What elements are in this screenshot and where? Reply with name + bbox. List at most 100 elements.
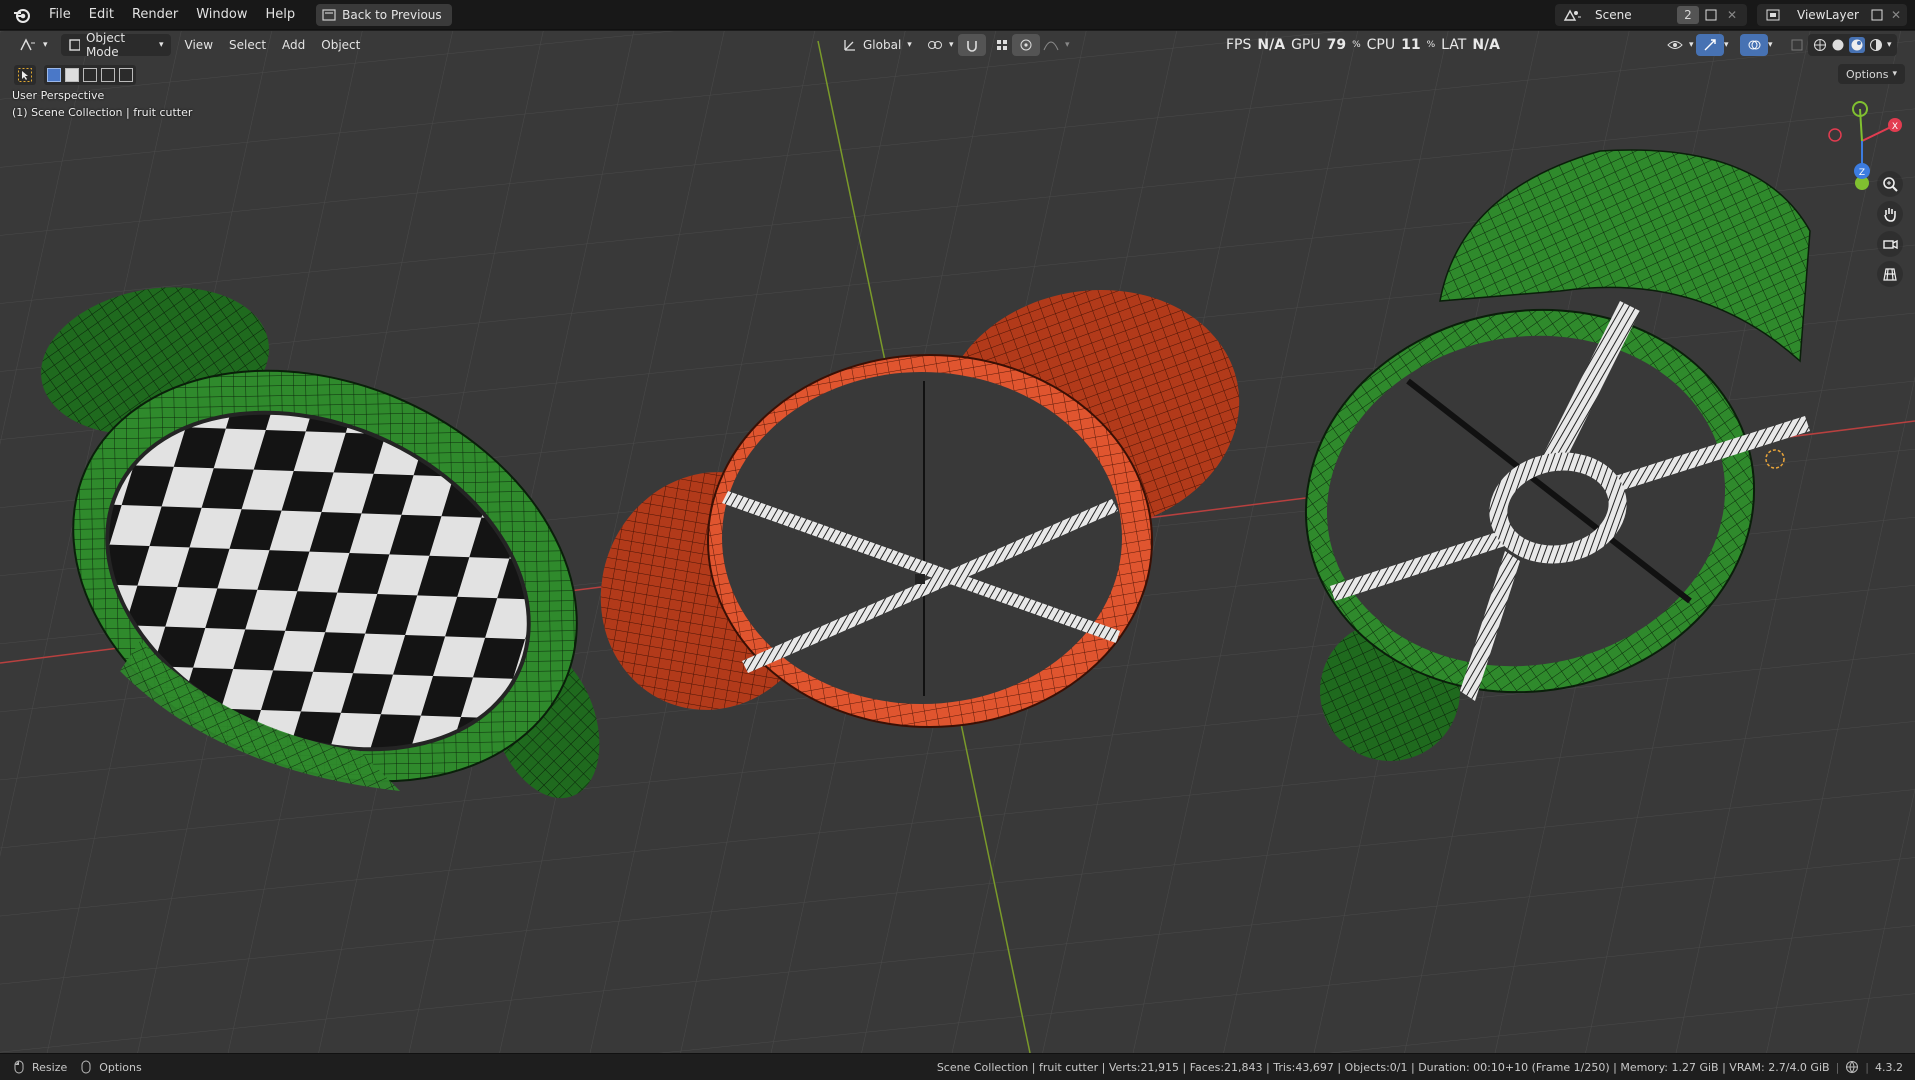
resize-hint: Resize [32,1060,68,1074]
mode-label: Object Mode [85,31,126,59]
viewport-header: ▾ Object Mode ▾ View Select Add Object G… [0,31,1915,59]
blender-logo-icon[interactable] [12,5,32,25]
gizmo-z-label: Z [1859,168,1865,178]
hand-icon [1884,208,1896,222]
rendered-shading-icon[interactable] [1869,38,1883,52]
pan-button[interactable] [1877,201,1903,227]
menu-window[interactable]: Window [187,7,256,22]
transform-orientation-label: Global [863,38,902,52]
gpu-value: 79 [1326,37,1347,53]
scene-selector[interactable]: Scene 2 ✕ [1555,4,1747,26]
intersect-selection-icon[interactable] [119,68,133,82]
gizmo-neg-x-icon [1828,128,1842,142]
editor-type-icon [20,38,35,51]
gizmo-icon [1704,39,1716,51]
options-label: Options [1846,67,1889,81]
viewlayer-selector[interactable]: ViewLayer ✕ [1757,4,1907,26]
scene-canvas[interactable] [0,31,1915,1053]
zoom-button[interactable] [1877,171,1903,197]
mode-dropdown[interactable]: Object Mode ▾ [60,31,171,59]
select-mode-row [14,64,136,86]
gpu-label: GPU [1291,37,1321,53]
gpu-percent: % [1352,40,1361,50]
scene-user-count[interactable]: 2 [1677,6,1699,24]
top-menu-bar: File Edit Render Window Help Back to Pre… [0,0,1915,30]
overlay-icon [1748,40,1761,50]
falloff-icon [1043,41,1059,51]
menu-render[interactable]: Render [123,7,187,22]
xray-toggle[interactable] [1786,34,1808,56]
ortho-toggle-button[interactable] [1877,261,1903,287]
invert-selection-icon[interactable] [101,68,115,82]
lat-value: N/A [1472,37,1501,53]
back-to-previous-label: Back to Previous [342,7,442,22]
solid-shading-icon[interactable] [1831,38,1845,52]
camera-icon [1883,239,1898,250]
mouse-left-icon [14,1060,24,1074]
active-collection-label: (1) Scene Collection | fruit cutter [12,106,193,119]
lat-label: LAT [1441,37,1467,53]
cpu-value: 11 [1401,37,1421,53]
transform-icon [844,40,855,51]
visibility-dropdown[interactable]: ▾ [1660,34,1701,56]
options-hint: Options [99,1060,142,1074]
grid-icon [1883,268,1897,281]
overlay-dropdown[interactable]: ▾ [1764,34,1777,56]
3d-viewport[interactable]: ▾ Object Mode ▾ View Select Add Object G… [0,31,1915,1053]
performance-overlay: FPS N/A GPU 79% CPU 11% LAT N/A [1226,31,1500,59]
extend-selection-icon[interactable] [65,68,79,82]
subtract-selection-icon[interactable] [83,68,97,82]
snap-toggle[interactable] [958,34,986,56]
menu-add[interactable]: Add [274,38,313,52]
editor-type-button[interactable]: ▾ [12,34,55,56]
eye-icon [1667,41,1683,49]
select-box-tool[interactable] [14,65,36,85]
material-shading-icon[interactable] [1849,37,1865,53]
gizmo-x-label: X [1892,122,1898,132]
blender-version: 4.3.2 [1875,1060,1903,1074]
menu-view[interactable]: View [177,38,221,52]
falloff-dropdown[interactable]: ▾ [1036,34,1077,56]
menu-edit[interactable]: Edit [80,7,123,22]
viewlayer-icon[interactable] [1757,4,1789,26]
delete-viewlayer-icon[interactable]: ✕ [1887,4,1905,26]
viewlayer-name-field[interactable]: ViewLayer [1789,4,1867,26]
selection-mode-strip[interactable] [44,65,136,85]
snap-icon [967,41,977,52]
snap-grid-icon [997,40,1007,50]
new-scene-icon[interactable] [1699,4,1723,26]
cpu-percent: % [1426,40,1436,50]
menu-help[interactable]: Help [257,7,305,22]
back-icon [322,8,336,21]
shading-mode-group[interactable]: ▾ [1808,34,1897,56]
cpu-label: CPU [1366,37,1396,53]
scene-statistics: Scene Collection | fruit cutter | Verts:… [936,1060,1830,1074]
scene-name-field[interactable]: Scene [1587,4,1677,26]
transform-orientation-dropdown[interactable]: Global ▾ [836,34,919,56]
wireframe-shading-icon[interactable] [1813,38,1827,52]
xray-icon [1791,39,1803,51]
camera-view-button[interactable] [1877,231,1903,257]
proportional-icon [1020,39,1032,51]
fps-label: FPS [1226,37,1252,53]
options-dropdown[interactable]: Options ▾ [1838,64,1905,84]
pivot-point-button[interactable]: ▾ [920,34,961,56]
set-new-selection-icon[interactable] [47,68,61,82]
back-to-previous-button[interactable]: Back to Previous [316,3,452,26]
status-bar: Resize Options Scene Collection | fruit … [0,1053,1915,1080]
delete-scene-icon[interactable]: ✕ [1723,4,1741,26]
network-icon [1846,1061,1859,1074]
mouse-right-icon [81,1060,91,1074]
gizmo-dropdown[interactable]: ▾ [1720,34,1733,56]
view-perspective-label: User Perspective [12,89,105,102]
menu-file[interactable]: File [40,7,80,22]
scene-icon[interactable] [1555,4,1587,26]
menu-object[interactable]: Object [313,38,368,52]
object-mode-icon [68,39,80,51]
fps-value: N/A [1257,37,1286,53]
zoom-icon [1883,177,1898,192]
select-box-icon [18,68,32,82]
link-icon [928,41,942,49]
new-viewlayer-icon[interactable] [1867,4,1887,26]
menu-select[interactable]: Select [221,38,274,52]
